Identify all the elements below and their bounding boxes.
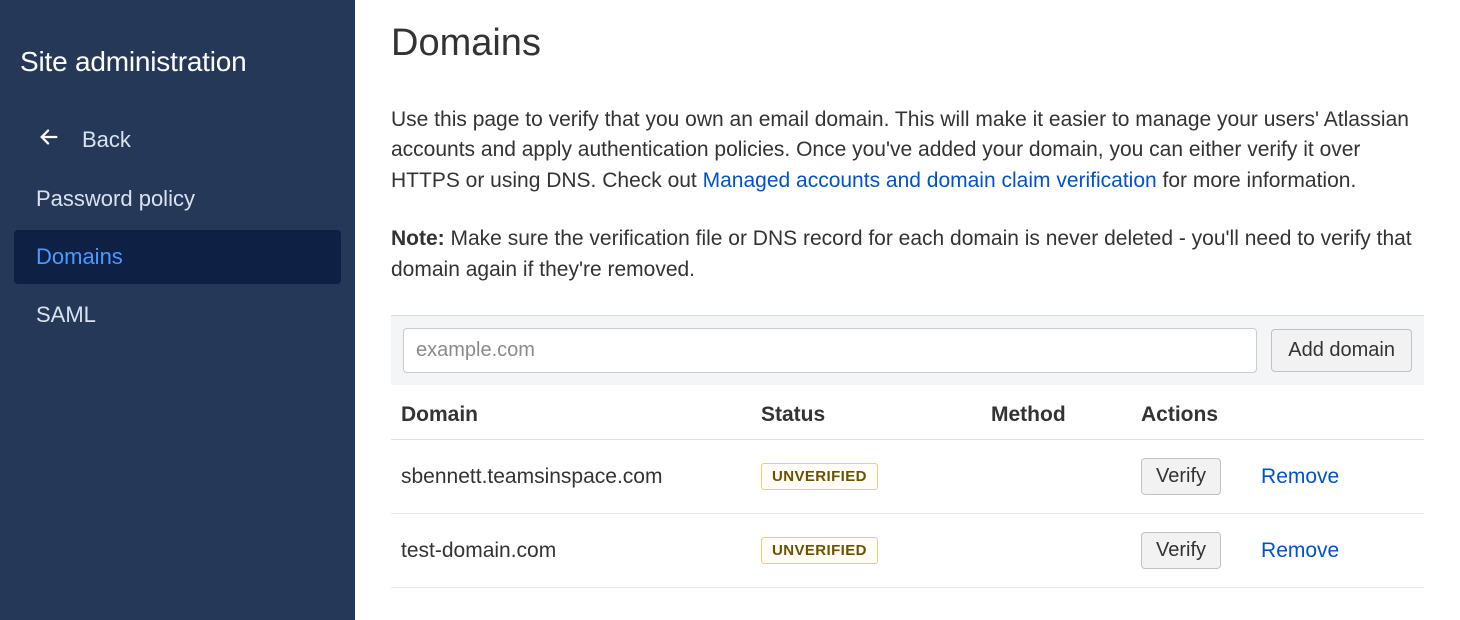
cell-actions: Verify Remove: [1131, 440, 1424, 514]
description-text-after: for more information.: [1157, 169, 1357, 192]
table-row: test-domain.com UNVERIFIED Verify Remove: [391, 514, 1424, 588]
main-content: Domains Use this page to verify that you…: [355, 0, 1460, 620]
sidebar-title: Site administration: [0, 38, 355, 108]
sidebar-item-label: Password policy: [36, 186, 195, 212]
cell-method: [981, 440, 1131, 514]
sidebar-item-password-policy[interactable]: Password policy: [14, 172, 341, 226]
note-text: Make sure the verification file or DNS r…: [391, 227, 1412, 280]
cell-method: [981, 514, 1131, 588]
sidebar-item-label: Domains: [36, 244, 123, 270]
cell-domain: test-domain.com: [391, 514, 751, 588]
page-note: Note: Make sure the verification file or…: [391, 224, 1424, 285]
cell-actions: Verify Remove: [1131, 514, 1424, 588]
add-domain-bar: Add domain: [391, 315, 1424, 385]
sidebar: Site administration Back Password policy…: [0, 0, 355, 620]
sidebar-back-label: Back: [82, 127, 131, 153]
note-label: Note:: [391, 227, 445, 250]
remove-link[interactable]: Remove: [1261, 465, 1339, 489]
page-description: Use this page to verify that you own an …: [391, 105, 1424, 196]
verify-button[interactable]: Verify: [1141, 458, 1221, 495]
sidebar-item-saml[interactable]: SAML: [14, 288, 341, 342]
page-title: Domains: [391, 22, 1424, 65]
column-header-status: Status: [751, 385, 981, 440]
status-badge: UNVERIFIED: [761, 463, 878, 490]
arrow-left-icon: [38, 126, 60, 154]
column-header-method: Method: [981, 385, 1131, 440]
cell-status: UNVERIFIED: [751, 440, 981, 514]
domains-table: Domain Status Method Actions sbennett.te…: [391, 385, 1424, 588]
sidebar-item-label: SAML: [36, 302, 96, 328]
sidebar-back[interactable]: Back: [14, 112, 341, 168]
remove-link[interactable]: Remove: [1261, 539, 1339, 563]
status-badge: UNVERIFIED: [761, 537, 878, 564]
cell-status: UNVERIFIED: [751, 514, 981, 588]
cell-domain: sbennett.teamsinspace.com: [391, 440, 751, 514]
verify-button[interactable]: Verify: [1141, 532, 1221, 569]
domain-input[interactable]: [403, 328, 1257, 373]
description-link[interactable]: Managed accounts and domain claim verifi…: [703, 169, 1157, 192]
add-domain-button[interactable]: Add domain: [1271, 329, 1412, 372]
column-header-actions: Actions: [1131, 385, 1424, 440]
column-header-domain: Domain: [391, 385, 751, 440]
sidebar-item-domains[interactable]: Domains: [14, 230, 341, 284]
table-row: sbennett.teamsinspace.com UNVERIFIED Ver…: [391, 440, 1424, 514]
